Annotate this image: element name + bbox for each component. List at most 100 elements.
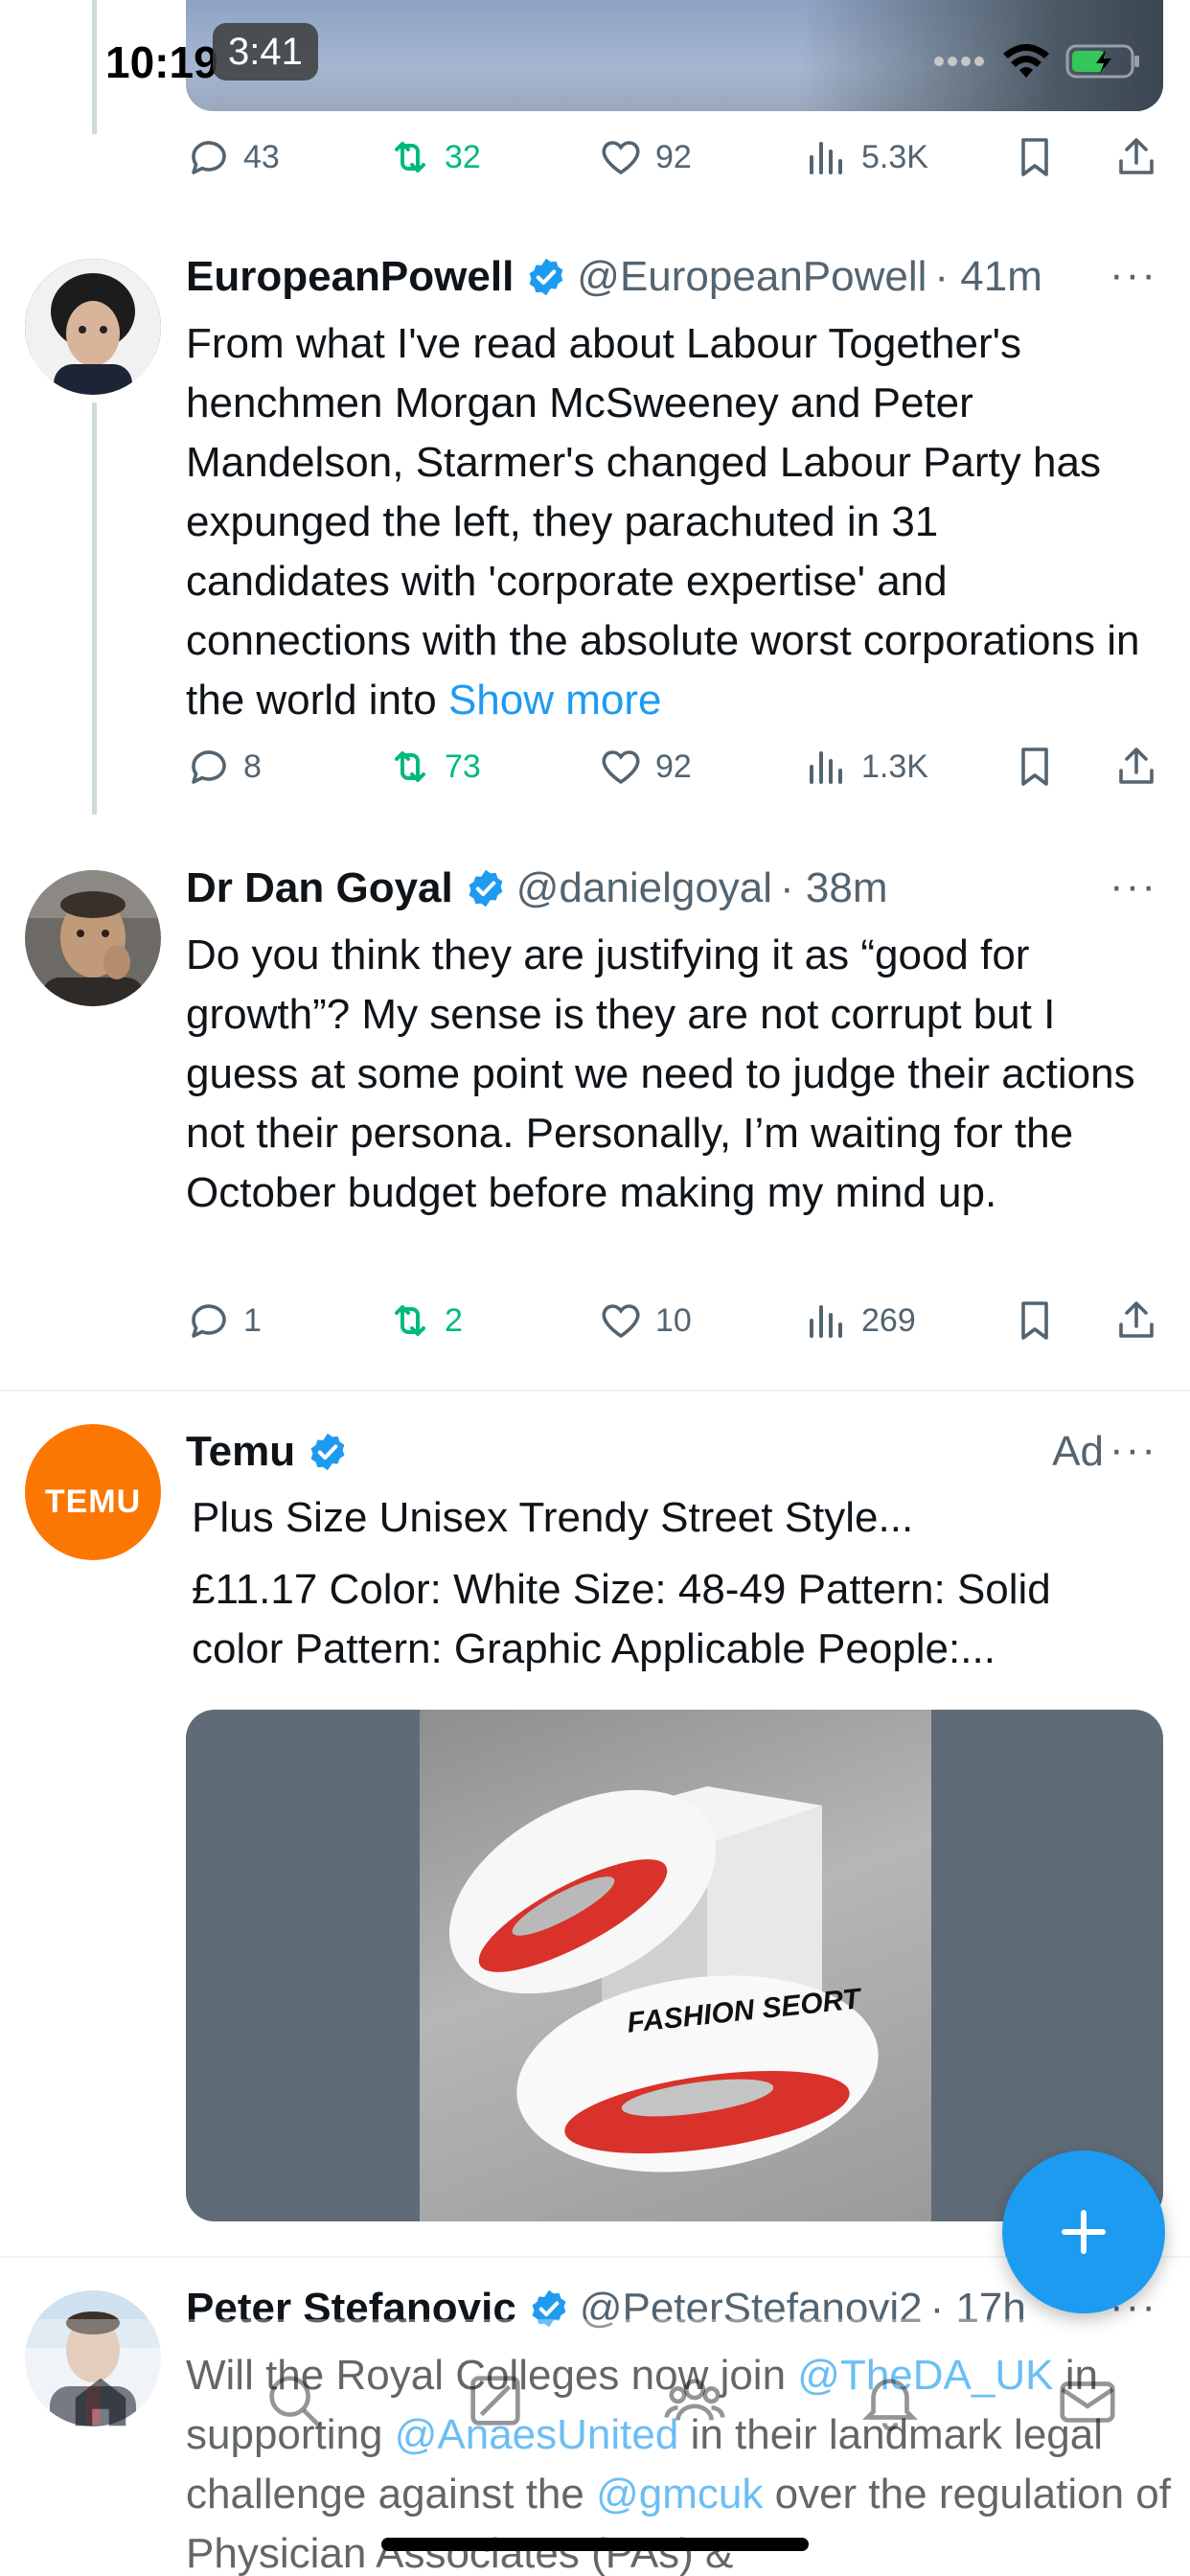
retweet-button[interactable]: 73 <box>387 744 481 790</box>
view-count: 269 <box>861 1301 916 1339</box>
show-more-link[interactable]: Show more <box>448 677 662 724</box>
reply-count: 43 <box>243 138 280 175</box>
share-button[interactable] <box>1113 134 1159 180</box>
battery-icon <box>1065 42 1142 85</box>
retweet-count: 73 <box>445 748 481 785</box>
home-indicator[interactable] <box>381 2538 809 2551</box>
like-button[interactable]: 92 <box>598 134 692 180</box>
search-icon[interactable] <box>261 2367 328 2434</box>
reply-count: 1 <box>243 1301 262 1339</box>
views-button[interactable]: 5.3K <box>804 134 928 180</box>
reply-icon <box>192 141 226 174</box>
temu-logo[interactable]: TEMU <box>25 1424 161 1560</box>
advertiser-name[interactable]: Temu <box>186 1428 295 1476</box>
grok-icon[interactable] <box>462 2367 529 2434</box>
share-icon <box>1119 1301 1154 1338</box>
thread-line <box>92 0 97 134</box>
tweet-actions: 8 73 92 1.3K <box>186 744 1163 801</box>
communities-icon[interactable] <box>661 2367 728 2434</box>
messages-icon[interactable] <box>1054 2367 1121 2434</box>
status-icons <box>933 42 1142 85</box>
handle[interactable]: @danielgoyal <box>516 864 772 912</box>
bookmark-button[interactable] <box>1012 744 1058 790</box>
home-icon[interactable] <box>67 2367 134 2434</box>
bookmark-button[interactable] <box>1012 1298 1058 1344</box>
tweet-actions: 1 2 10 269 <box>186 1298 1163 1355</box>
retweet-count: 2 <box>445 1301 463 1339</box>
ad-description: £11.17 Color: White Size: 48-49 Pattern:… <box>192 1566 1051 1672</box>
timestamp: · 41m <box>934 253 1042 300</box>
retweet-button[interactable]: 2 <box>387 1298 463 1344</box>
bookmark-icon <box>1021 1301 1048 1340</box>
views-icon <box>810 1305 842 1338</box>
retweet-icon <box>395 1305 425 1336</box>
tweet-text: Do you think they are justifying it as “… <box>186 932 1135 1216</box>
views-icon <box>810 142 842 174</box>
reply-icon <box>192 1304 226 1338</box>
bookmark-icon <box>1021 748 1048 786</box>
tweet-actions: 43 32 92 5.3K <box>186 134 1163 192</box>
like-button[interactable]: 10 <box>598 1298 692 1344</box>
verified-badge-icon <box>310 1433 345 1471</box>
display-name[interactable]: Dr Dan Goyal <box>186 864 453 912</box>
tweet-text: From what I've read about Labour Togethe… <box>186 314 1144 730</box>
slides-illustration <box>448 1786 879 2173</box>
heart-icon <box>602 750 640 785</box>
notifications-icon[interactable] <box>857 2367 924 2434</box>
share-button[interactable] <box>1113 1298 1159 1344</box>
signal-icon <box>933 52 987 76</box>
ad-title[interactable]: Plus Size Unisex Trendy Street Style... <box>192 1489 1054 1547</box>
reply-icon <box>192 750 226 784</box>
avatar[interactable] <box>25 870 161 1006</box>
bookmark-button[interactable] <box>1012 134 1058 180</box>
ad-header: Temu <box>186 1428 349 1476</box>
heart-icon <box>602 141 640 175</box>
views-icon <box>810 751 842 784</box>
timestamp: · 38m <box>780 864 888 911</box>
screen-record-timer: 3:41 <box>213 23 318 80</box>
tweet-body: From what I've read about Labour Togethe… <box>186 320 1140 724</box>
share-button[interactable] <box>1113 744 1159 790</box>
display-name[interactable]: EuropeanPowell <box>186 253 514 301</box>
like-count: 10 <box>655 1301 692 1339</box>
verified-badge-icon <box>469 869 503 908</box>
like-count: 92 <box>655 138 692 175</box>
reply-button[interactable]: 8 <box>186 744 262 790</box>
tweet-header: Dr Dan Goyal @danielgoyal · 38m <box>186 864 888 912</box>
view-count: 5.3K <box>861 138 928 175</box>
reply-button[interactable]: 1 <box>186 1298 262 1344</box>
tweet-header: EuropeanPowell @EuropeanPowell · 41m <box>186 253 1042 301</box>
divider <box>0 1390 1190 1392</box>
avatar[interactable] <box>25 259 161 395</box>
retweet-icon <box>395 142 425 172</box>
verified-badge-icon <box>529 258 563 296</box>
wifi-icon <box>1002 43 1050 84</box>
compose-button[interactable] <box>1002 2150 1165 2313</box>
retweet-count: 32 <box>445 138 481 175</box>
ad-label: Ad <box>1052 1428 1104 1475</box>
avatar-image <box>25 259 161 395</box>
avatar-image <box>25 870 161 1006</box>
reply-count: 8 <box>243 748 262 785</box>
views-button[interactable]: 269 <box>804 1298 916 1344</box>
reply-button[interactable]: 43 <box>186 134 280 180</box>
like-button[interactable]: 92 <box>598 744 692 790</box>
views-button[interactable]: 1.3K <box>804 744 928 790</box>
temu-logo-text: TEMU <box>44 1483 142 1520</box>
share-icon <box>1119 748 1154 784</box>
retweet-icon <box>395 751 425 782</box>
ad-product-image[interactable]: FASHION SEORT <box>186 1710 1163 2221</box>
plus-icon <box>1062 2210 1106 2254</box>
status-time: 10:19 <box>105 37 218 87</box>
product-photo: FASHION SEORT <box>420 1710 931 2221</box>
handle[interactable]: @EuropeanPowell <box>577 253 927 301</box>
more-options-icon[interactable]: ··· <box>1110 862 1157 910</box>
view-count: 1.3K <box>861 748 928 785</box>
more-options-icon[interactable]: ··· <box>1110 1426 1157 1474</box>
retweet-button[interactable]: 32 <box>387 134 481 180</box>
thread-line <box>92 402 97 815</box>
like-count: 92 <box>655 748 692 785</box>
heart-icon <box>602 1304 640 1339</box>
bookmark-icon <box>1021 138 1048 176</box>
more-options-icon[interactable]: ··· <box>1110 251 1157 299</box>
